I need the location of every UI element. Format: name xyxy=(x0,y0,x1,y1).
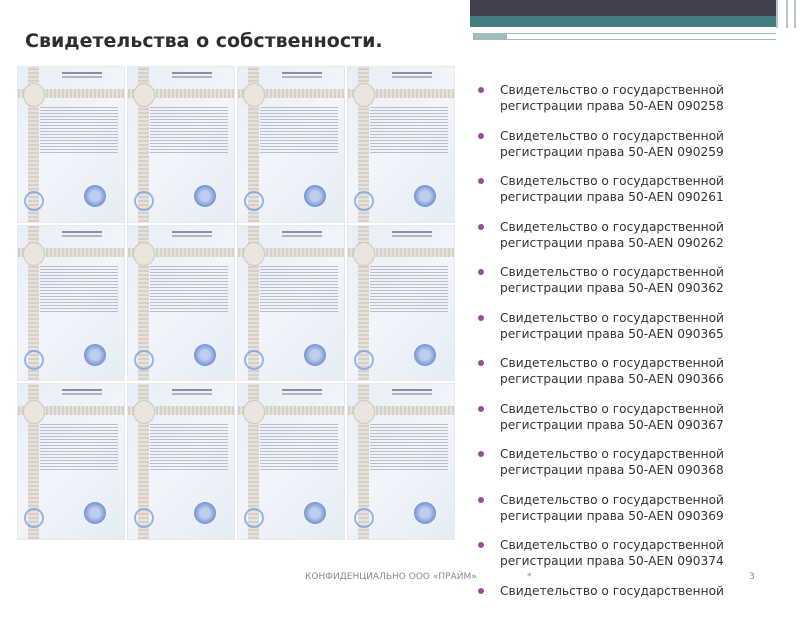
certificate-image xyxy=(127,225,235,382)
bullet-icon xyxy=(478,542,484,548)
item-line2: регистрации права 50-AEN 090366 xyxy=(500,371,788,387)
certificates-grid xyxy=(17,66,455,540)
certificate-image xyxy=(347,383,455,540)
bullet-icon xyxy=(478,451,484,457)
item-line2: регистрации права 50-AEN 090262 xyxy=(500,235,788,251)
slide-title: Свидетельства о собственности. xyxy=(25,30,383,52)
seal-icon xyxy=(194,344,216,366)
bullet-icon xyxy=(478,315,484,321)
list-item: Свидетельство о государственнойрегистрац… xyxy=(478,310,788,356)
seal-icon xyxy=(84,344,106,366)
bullet-icon xyxy=(478,87,484,93)
item-line2: регистрации права 50-AEN 090261 xyxy=(500,189,788,205)
seal-icon xyxy=(304,502,326,524)
footer-company: КОНФИДЕНЦИАЛЬНО ООО «ПРАЙМ» xyxy=(305,572,477,582)
item-line1: Свидетельство о государственной xyxy=(500,446,788,462)
certificate-image xyxy=(347,225,455,382)
list-item: Свидетельство о государственнойрегистрац… xyxy=(478,401,788,447)
item-line1: Свидетельство о государственной xyxy=(500,310,788,326)
list-item: Свидетельство о государственнойрегистрац… xyxy=(478,537,788,583)
item-line2: регистрации права 50-AEN 090369 xyxy=(500,508,788,524)
item-line1: Свидетельство о государственной xyxy=(500,264,788,280)
seal-icon xyxy=(414,185,436,207)
item-line1: Свидетельство о государственной xyxy=(500,173,788,189)
item-line1: Свидетельство о государственной xyxy=(500,82,788,98)
header-thin-bar xyxy=(473,33,776,40)
decor-line xyxy=(794,0,796,28)
decor-line xyxy=(786,0,788,28)
bullet-icon xyxy=(478,497,484,503)
bullet-icon xyxy=(478,224,484,230)
list-item: Свидетельство о государственнойрегистрац… xyxy=(478,219,788,265)
page-number: 3 xyxy=(749,572,755,582)
bullet-icon xyxy=(478,269,484,275)
bullet-icon xyxy=(478,133,484,139)
header-dark-bar xyxy=(470,0,776,16)
item-line1: Свидетельство о государственной xyxy=(500,128,788,144)
certificate-list: Свидетельство о государственнойрегистрац… xyxy=(478,82,788,628)
certificate-image xyxy=(237,225,345,382)
seal-icon xyxy=(414,344,436,366)
item-line1: Свидетельство о государственной xyxy=(500,401,788,417)
item-line1: Свидетельство о государственной xyxy=(500,355,788,371)
certificate-image xyxy=(17,225,125,382)
item-line2: регистрации права 50-AEN 090374 xyxy=(500,553,788,569)
list-item: Свидетельство о государственнойрегистрац… xyxy=(478,355,788,401)
list-item: Свидетельство о государственнойрегистрац… xyxy=(478,82,788,128)
item-line1: Свидетельство о государственной xyxy=(500,583,788,599)
item-line2: регистрации права 50-AEN 090368 xyxy=(500,462,788,478)
item-line2: регистрации права 50-AEN 090365 xyxy=(500,326,788,342)
bullet-icon xyxy=(478,360,484,366)
certificate-image xyxy=(127,66,235,223)
bullet-icon xyxy=(478,178,484,184)
list-item: Свидетельство о государственнойрегистрац… xyxy=(478,446,788,492)
header-teal-bar xyxy=(470,16,776,27)
seal-icon xyxy=(84,502,106,524)
seal-icon xyxy=(194,185,216,207)
list-item: Свидетельство о государственной xyxy=(478,583,788,628)
seal-icon xyxy=(414,502,436,524)
list-item: Свидетельство о государственнойрегистрац… xyxy=(478,128,788,174)
list-item: Свидетельство о государственнойрегистрац… xyxy=(478,173,788,219)
certificate-image xyxy=(237,66,345,223)
seal-icon xyxy=(194,502,216,524)
list-item: Свидетельство о государственнойрегистрац… xyxy=(478,264,788,310)
seal-icon xyxy=(84,185,106,207)
item-line2: регистрации права 50-AEN 090258 xyxy=(500,98,788,114)
decor-line xyxy=(776,0,778,28)
certificate-image xyxy=(127,383,235,540)
item-line2: регистрации права 50-AEN 090367 xyxy=(500,417,788,433)
item-line1: Свидетельство о государственной xyxy=(500,537,788,553)
certificate-image xyxy=(17,383,125,540)
bullet-icon xyxy=(478,588,484,594)
footer-marker: * xyxy=(527,572,532,582)
bullet-icon xyxy=(478,406,484,412)
list-item: Свидетельство о государственнойрегистрац… xyxy=(478,492,788,538)
item-line2: регистрации права 50-AEN 090362 xyxy=(500,280,788,296)
certificate-image xyxy=(17,66,125,223)
item-line1: Свидетельство о государственной xyxy=(500,219,788,235)
item-line1: Свидетельство о государственной xyxy=(500,492,788,508)
item-line2: регистрации права 50-AEN 090259 xyxy=(500,144,788,160)
certificate-image xyxy=(347,66,455,223)
seal-icon xyxy=(304,185,326,207)
seal-icon xyxy=(304,344,326,366)
certificate-image xyxy=(237,383,345,540)
